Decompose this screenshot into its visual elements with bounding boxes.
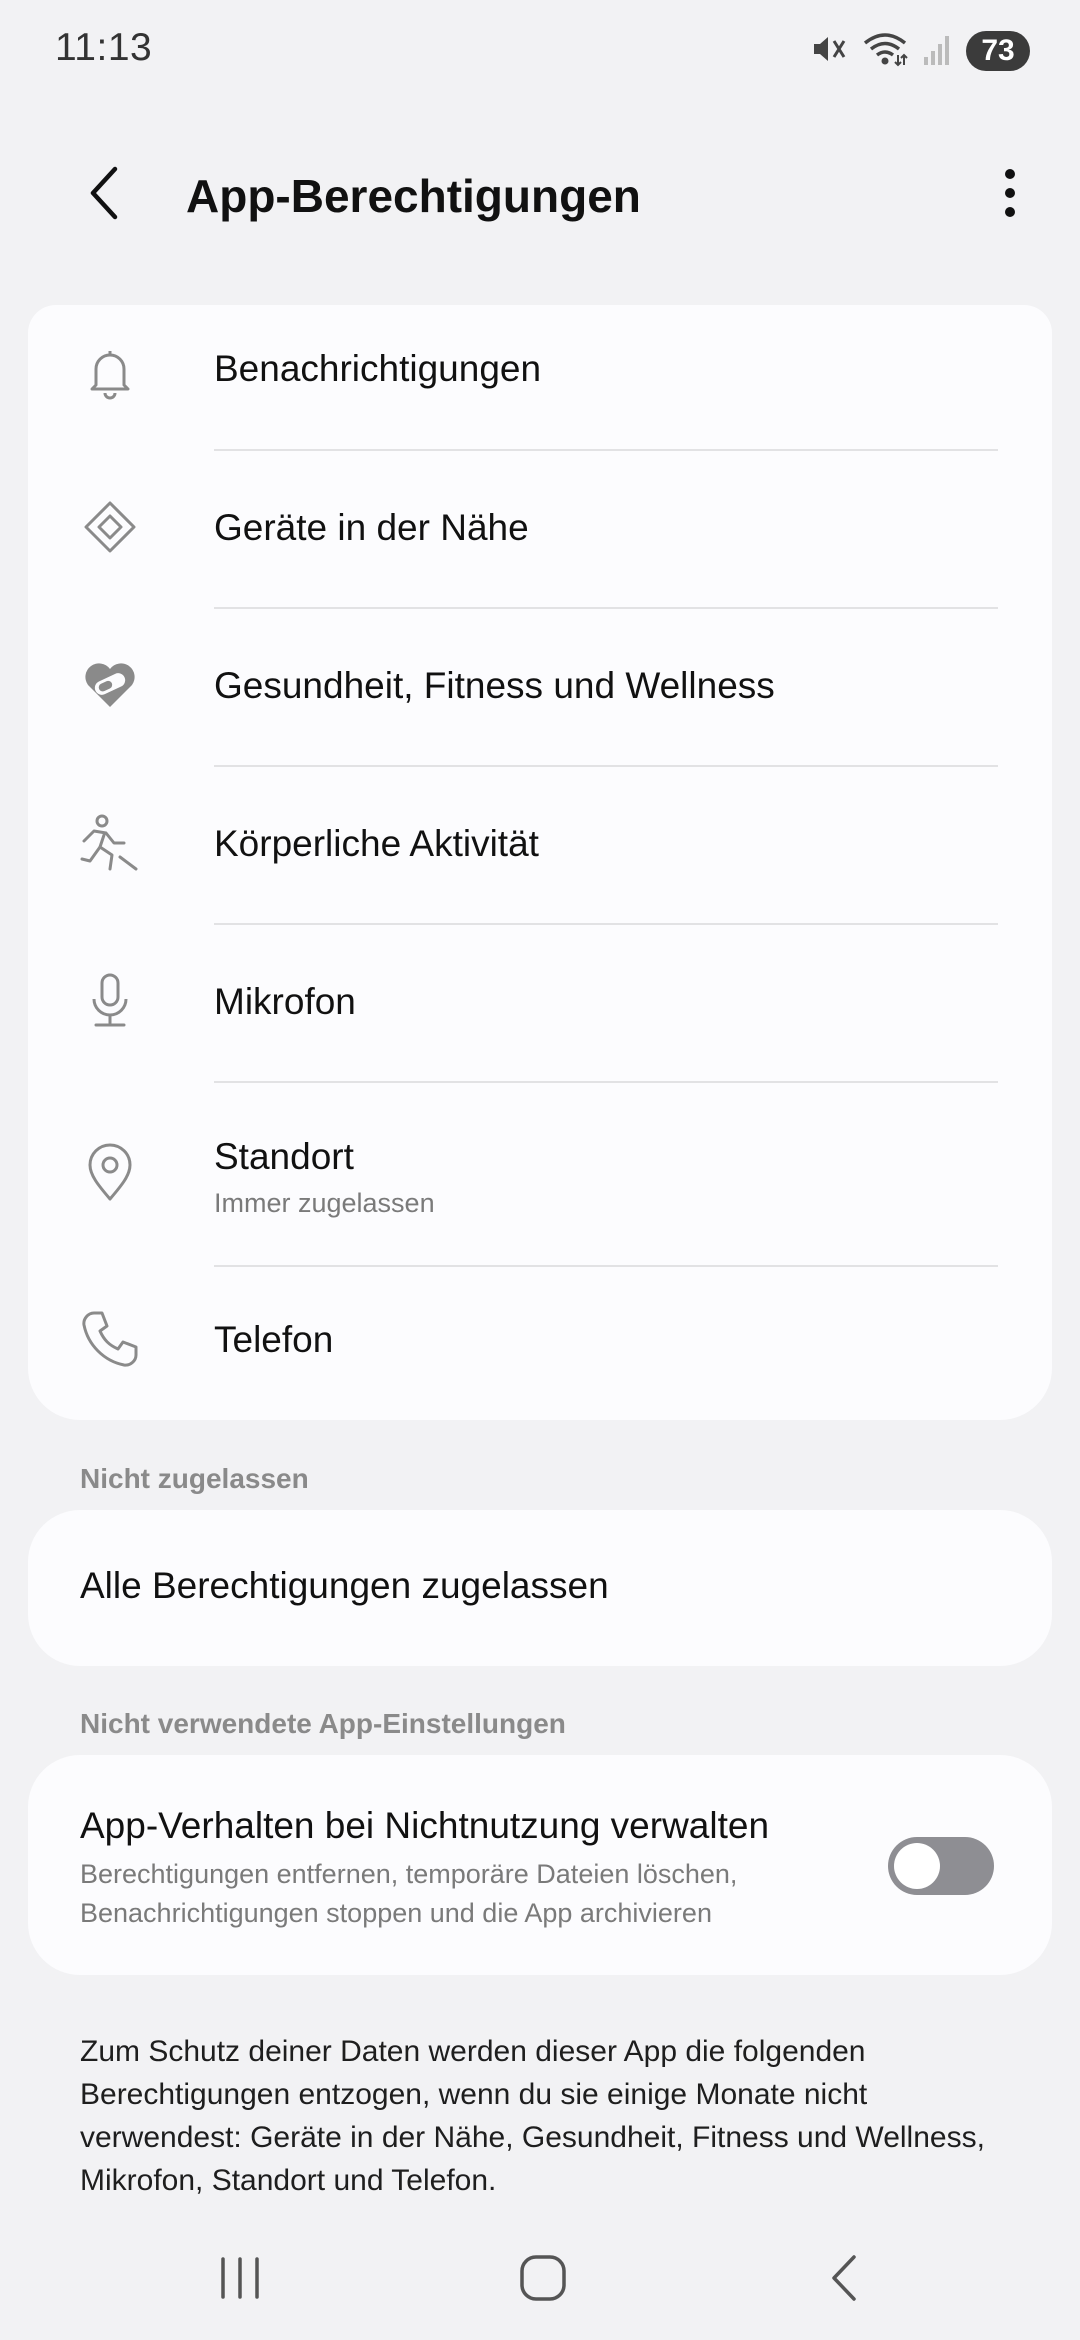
status-time: 11:13 — [55, 26, 153, 69]
bell-icon — [80, 343, 140, 403]
permission-label: Körperliche Aktivität — [214, 823, 539, 864]
permission-label: Telefon — [214, 1319, 334, 1360]
permission-row-gesundheit[interactable]: Gesundheit, Fitness und Wellness — [28, 609, 1052, 767]
permission-row-telefon[interactable]: Telefon — [28, 1267, 1052, 1420]
back-icon — [826, 2253, 866, 2308]
home-icon — [518, 2253, 568, 2308]
permission-sublabel: Immer zugelassen — [214, 1188, 435, 1218]
navigation-bar — [0, 2220, 1080, 2340]
toggle-knob — [894, 1843, 940, 1889]
recent-apps-icon — [215, 2255, 265, 2306]
page-title: App-Berechtigungen — [186, 170, 641, 222]
permission-row-standort[interactable]: Standort Immer zugelassen — [28, 1083, 1052, 1267]
status-bar: 11:13 73 — [0, 0, 1080, 100]
permission-label: Geräte in der Nähe — [214, 507, 529, 548]
home-button[interactable] — [493, 2240, 593, 2320]
nearby-devices-icon — [80, 497, 140, 557]
recent-apps-button[interactable] — [190, 2240, 290, 2320]
location-pin-icon — [80, 1143, 140, 1203]
permission-row-aktivitaet[interactable]: Körperliche Aktivität — [28, 767, 1052, 925]
section-header-nicht-zugelassen: Nicht zugelassen — [80, 1463, 309, 1494]
section-header-nicht-verwendet: Nicht verwendete App-Einstellungen — [80, 1708, 566, 1739]
permission-label: Benachrichtigungen — [214, 348, 542, 389]
toggle-title: App-Verhalten bei Nichtnutzung verwalten — [80, 1805, 770, 1846]
unused-app-toggle[interactable] — [888, 1837, 994, 1895]
permission-label: Mikrofon — [214, 981, 356, 1022]
chevron-left-icon — [85, 163, 125, 228]
back-button[interactable] — [70, 155, 140, 235]
toggle-description: Berechtigungen entfernen, temporäre Date… — [80, 1859, 738, 1928]
permission-label: Standort — [214, 1136, 354, 1177]
unused-app-settings-card[interactable]: App-Verhalten bei Nichtnutzung verwalten… — [28, 1755, 1052, 1975]
permission-label: Gesundheit, Fitness und Wellness — [214, 665, 775, 706]
permission-row-geraete[interactable]: Geräte in der Nähe — [28, 451, 1052, 609]
microphone-icon — [80, 971, 140, 1031]
allowed-permissions-card: Benachrichtigungen Geräte in der Nähe Ge… — [28, 305, 1052, 1420]
more-vert-icon — [1004, 168, 1016, 223]
app-header: App-Berechtigungen — [0, 145, 1080, 245]
signal-icon — [922, 31, 952, 72]
phone-icon — [80, 1309, 140, 1369]
nav-back-button[interactable] — [796, 2240, 896, 2320]
not-allowed-item: Alle Berechtigungen zugelassen — [80, 1565, 609, 1606]
not-allowed-card[interactable]: Alle Berechtigungen zugelassen — [28, 1510, 1052, 1666]
status-icons: 73 — [808, 28, 1038, 74]
running-person-icon — [80, 813, 140, 873]
more-options-button[interactable] — [980, 155, 1040, 235]
permission-row-mikrofon[interactable]: Mikrofon — [28, 925, 1052, 1083]
wifi-icon — [862, 29, 908, 74]
battery-icon: 73 — [966, 31, 1038, 71]
health-heart-icon — [80, 655, 140, 715]
permission-row-benachrichtigungen[interactable]: Benachrichtigungen — [28, 305, 1052, 450]
mute-vibrate-icon — [808, 29, 848, 74]
footer-note: Zum Schutz deiner Daten werden dieser Ap… — [80, 2035, 985, 2197]
